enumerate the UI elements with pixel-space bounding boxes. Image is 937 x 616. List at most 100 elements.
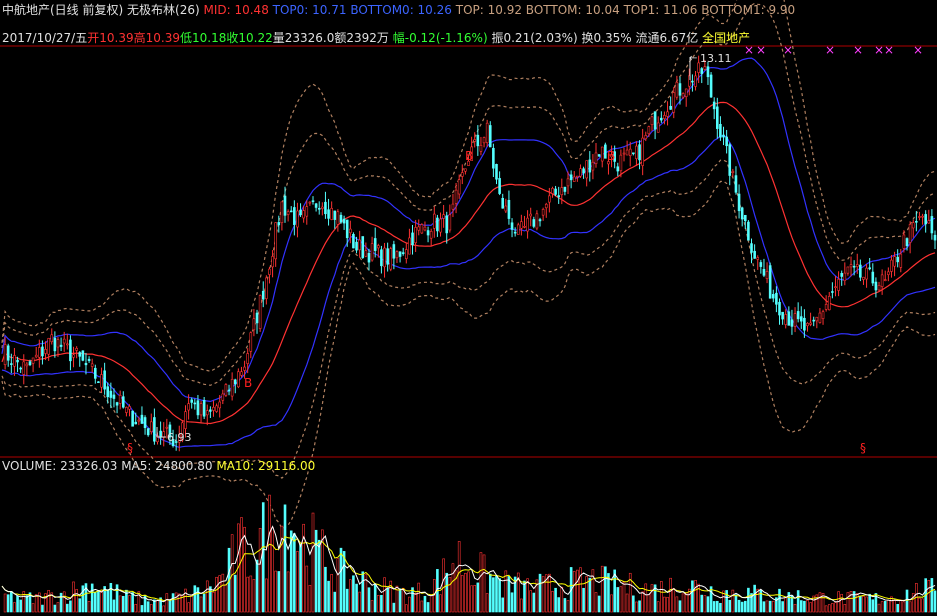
candle-body [750, 243, 753, 253]
mid-value: MID: 10.48 [203, 3, 269, 17]
candle-body [809, 322, 812, 325]
volume-bar [765, 600, 769, 613]
candle-body [53, 337, 57, 352]
candle-body [196, 400, 200, 416]
kline-chart[interactable]: 13.11←6.93BB B§ §× × × × × × × × [0, 0, 937, 616]
candle-body [255, 312, 259, 324]
volume-bar [106, 589, 110, 613]
candle-body [442, 214, 445, 219]
volume-bar [252, 579, 256, 613]
volume-bar [694, 580, 697, 613]
candle-body [594, 152, 598, 164]
candle-body [302, 210, 305, 219]
volume-bar [134, 604, 138, 613]
volume-bar [212, 591, 215, 613]
volume-bar [31, 603, 35, 613]
volume-bar [846, 592, 850, 613]
candle-body [740, 207, 744, 220]
change-value: -0.12(-1.16%) [404, 31, 488, 45]
volume-bar [843, 604, 847, 613]
volume-bar [600, 565, 604, 613]
cross-marker: × [783, 43, 793, 57]
volume-bar [190, 594, 194, 613]
candle-body [34, 354, 38, 358]
candle-body [81, 350, 85, 361]
volume-bar [165, 593, 169, 613]
volume-value: 23326.0 [284, 31, 335, 45]
candle-body [349, 228, 352, 234]
volume-bar [871, 599, 875, 613]
close-value: 10.22 [238, 31, 273, 45]
volume-bar [202, 593, 206, 613]
volume-bar [479, 552, 483, 613]
security-title[interactable]: 中航地产(日线 前复权) [2, 3, 123, 17]
candle-body [510, 222, 514, 230]
candle-body [280, 201, 284, 224]
candle-body [221, 393, 225, 401]
volume-bar [566, 600, 570, 613]
volume-bar [358, 591, 361, 613]
volume-bar [283, 504, 287, 613]
candle-body [504, 205, 508, 212]
sector-link[interactable]: 全国地产 [702, 31, 750, 45]
candle-body [78, 352, 82, 357]
volume-bar [669, 577, 672, 613]
volume-bar [762, 601, 766, 613]
volume-bar [19, 599, 22, 613]
candle-body [314, 203, 318, 208]
volume-bar [625, 593, 629, 613]
cross-marker: × [744, 43, 754, 57]
volume-bar [781, 601, 784, 613]
high-arrow-icon: ← [689, 53, 697, 64]
volume-bar [548, 573, 551, 613]
cross-marker: × [884, 43, 894, 57]
volume-bar [520, 598, 523, 613]
candle-body [628, 148, 632, 156]
volume-bar [72, 581, 75, 613]
volume-bar [442, 558, 445, 613]
candle-body [852, 265, 856, 268]
candle-body [837, 279, 840, 291]
volume-bar [840, 593, 844, 613]
volume-bar [6, 594, 10, 613]
volume-bar [557, 597, 560, 613]
top1-value: TOP1: 11.06 [623, 3, 698, 17]
volume-bar [616, 587, 620, 613]
volume-bar [470, 585, 473, 613]
candle-body [261, 290, 265, 300]
volume-bar [691, 580, 694, 613]
candle-body [887, 271, 890, 275]
candle-body [482, 137, 486, 144]
candle-body [426, 230, 430, 236]
candle-body [924, 214, 927, 225]
candle-body [902, 234, 906, 249]
candle-body [566, 178, 570, 187]
candle-body [647, 126, 651, 135]
volume-bar [94, 592, 97, 613]
volume-bar [377, 595, 380, 613]
candle-body [13, 355, 16, 367]
volume-bar [747, 587, 750, 613]
candle-body [771, 294, 775, 299]
candle-body [149, 421, 153, 433]
candle-body [784, 314, 788, 325]
candle-body [799, 316, 803, 322]
candle-body [439, 218, 442, 233]
volume-bar [218, 575, 221, 613]
candle-body [392, 244, 396, 259]
candle-body [880, 274, 884, 287]
candle-body [572, 176, 576, 182]
volume-bar [140, 605, 144, 613]
volume-bar [712, 601, 716, 613]
top-value: TOP: 10.92 [455, 3, 522, 17]
volume-bar [224, 584, 228, 613]
candle-body [137, 419, 141, 422]
candle-body [404, 249, 408, 259]
indicator-name[interactable]: 无极布林(26) [127, 3, 200, 17]
volume-bar [187, 602, 190, 613]
volume-bar [333, 591, 337, 613]
volume-bar [439, 594, 442, 613]
volume-bar [473, 585, 477, 613]
quote-date: 2017/10/27/五 [2, 31, 88, 45]
candle-body [153, 417, 156, 442]
